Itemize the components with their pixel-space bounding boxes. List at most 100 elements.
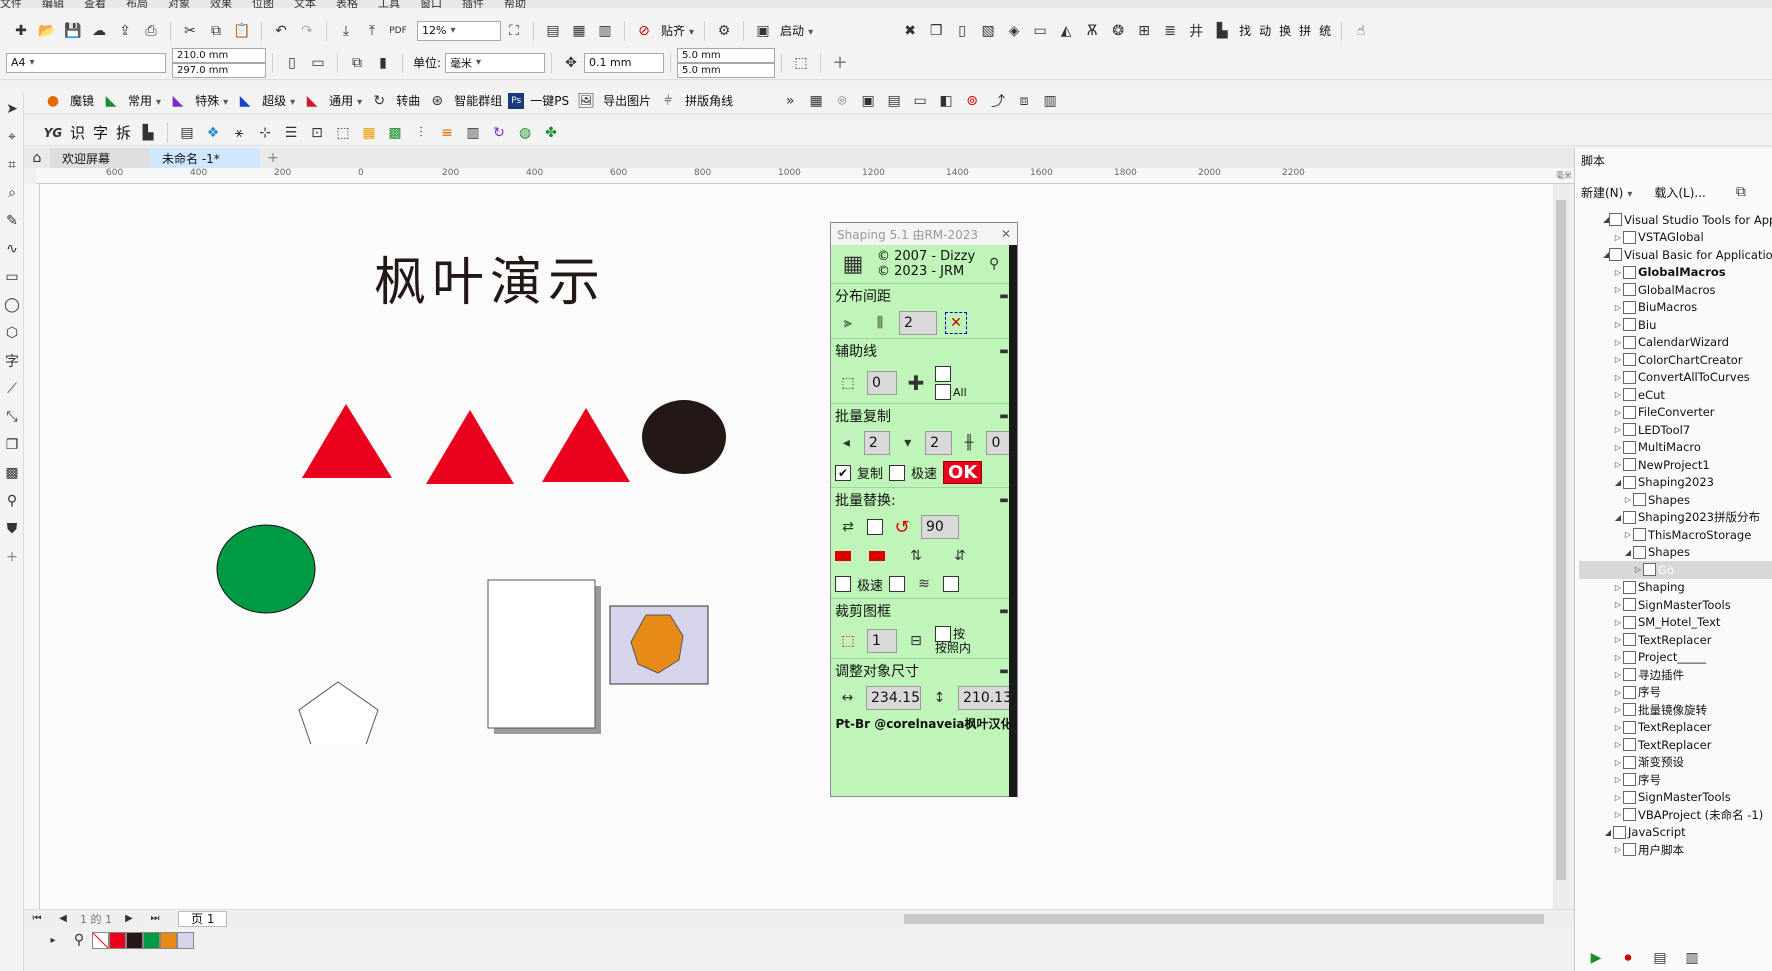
- red-triangle-2[interactable]: [426, 410, 514, 484]
- copy-x-field[interactable]: 2: [863, 431, 891, 455]
- clip-layout-icon[interactable]: ⊟: [905, 630, 927, 652]
- plugin-icon-2[interactable]: ❒: [925, 20, 947, 42]
- current-page-icon[interactable]: ▮: [372, 52, 394, 74]
- tree-item[interactable]: ▷ VBAProject (未命名 -1): [1579, 806, 1772, 824]
- replace-icon-d[interactable]: ⇵: [949, 545, 971, 567]
- cloud-upload-icon[interactable]: ⇪: [114, 20, 136, 42]
- recognize-button[interactable]: 识: [70, 122, 85, 143]
- page-width-field[interactable]: 210.0 mm: [172, 47, 266, 63]
- plugin-h-icon[interactable]: ⤴: [987, 90, 1009, 112]
- white-rectangle[interactable]: [487, 579, 596, 729]
- tree-item[interactable]: ◢Visual Studio Tools for Applic: [1579, 211, 1772, 229]
- swatch-lavender[interactable]: [177, 931, 194, 949]
- collapsed-arrow-icon[interactable]: ▷: [1613, 670, 1623, 679]
- add-tool-icon[interactable]: +: [1, 546, 23, 568]
- node-icon[interactable]: ⚹: [228, 122, 250, 144]
- tree-item[interactable]: ▷ 序号: [1579, 684, 1772, 702]
- menu-item-7[interactable]: 文本: [294, 0, 316, 8]
- connector-tool-icon[interactable]: ⤡: [1, 406, 23, 428]
- collapsed-arrow-icon[interactable]: ▷: [1623, 530, 1633, 539]
- tree-item[interactable]: ▷ BiuMacros: [1579, 299, 1772, 317]
- rectangle-tool-icon[interactable]: ▭: [1, 266, 23, 288]
- tree-item[interactable]: ▷ ConvertAllToCurves: [1579, 369, 1772, 387]
- collapsed-arrow-icon[interactable]: ▷: [1613, 653, 1623, 662]
- eyedropper-icon[interactable]: ⚲: [68, 929, 90, 951]
- copy-y-field[interactable]: 2: [925, 431, 952, 455]
- landscape-icon[interactable]: ▭: [307, 52, 329, 74]
- palette-left-icon[interactable]: ▸: [42, 929, 64, 951]
- expanded-arrow-icon[interactable]: ◢: [1623, 548, 1633, 557]
- hand-icon[interactable]: ☝: [1350, 20, 1372, 42]
- guide-box-icon[interactable]: ⬚: [837, 372, 859, 394]
- menu-item-3[interactable]: 布局: [126, 0, 148, 8]
- barcode-icon[interactable]: ▥: [462, 122, 484, 144]
- options-gear-icon[interactable]: ⚙: [713, 20, 735, 42]
- close-icon[interactable]: ✕: [1001, 227, 1011, 241]
- image-icon[interactable]: ▩: [384, 122, 406, 144]
- guidelines-icon[interactable]: ▥: [594, 20, 616, 42]
- tree-item[interactable]: ▷ TextReplacer: [1579, 736, 1772, 754]
- tree-item[interactable]: ▷ Shapes: [1579, 491, 1772, 509]
- copy-checkbox[interactable]: ✔: [835, 464, 851, 481]
- tab-welcome[interactable]: 欢迎屏幕: [50, 148, 150, 168]
- green-circle[interactable]: [216, 524, 316, 614]
- duplicate-y-field[interactable]: 5.0 mm: [677, 62, 776, 78]
- next-page-icon[interactable]: ▶: [118, 908, 140, 930]
- plugin-icon-3[interactable]: ▯: [951, 20, 973, 42]
- collapsed-arrow-icon[interactable]: ▷: [1613, 845, 1623, 854]
- menu-item-9[interactable]: 工具: [378, 0, 400, 8]
- pattern-icon[interactable]: ❖: [202, 122, 224, 144]
- stats-button[interactable]: 统: [1319, 22, 1331, 39]
- replace-angle-checkbox[interactable]: [867, 519, 883, 535]
- distribute-apply-icon[interactable]: ✕: [945, 312, 967, 334]
- smart-group-button[interactable]: 智能群组: [454, 92, 502, 109]
- pause-icon[interactable]: ▤: [1649, 947, 1671, 969]
- tree-item[interactable]: ▷ 序号: [1579, 771, 1772, 789]
- vertical-scrollbar[interactable]: [1553, 184, 1570, 909]
- zoom-select[interactable]: 12%: [417, 20, 501, 41]
- freehand-tool-icon[interactable]: ✎: [1, 210, 23, 232]
- menu-item-8[interactable]: 表格: [336, 0, 358, 8]
- guides-field[interactable]: 0: [867, 371, 897, 395]
- new-tab-icon[interactable]: +: [262, 147, 284, 169]
- export-icon[interactable]: ⤒: [361, 20, 383, 42]
- new-document-icon[interactable]: ✚: [10, 20, 32, 42]
- menu-item-0[interactable]: 文件: [0, 0, 22, 8]
- expanded-arrow-icon[interactable]: ◢: [1603, 828, 1613, 837]
- align-icon[interactable]: ⊹: [254, 122, 276, 144]
- general-button[interactable]: 通用: [329, 92, 362, 109]
- collapsed-arrow-icon[interactable]: ▷: [1613, 390, 1623, 399]
- load-script-button[interactable]: 载入(L)...: [1654, 184, 1706, 201]
- collapsed-arrow-icon[interactable]: ▷: [1613, 810, 1623, 819]
- red-triangle-3[interactable]: [542, 408, 630, 482]
- swap-button[interactable]: 换: [1279, 22, 1291, 39]
- import-icon[interactable]: ⤓: [335, 20, 357, 42]
- menu-item-12[interactable]: 帮助: [504, 0, 526, 8]
- plugin-b-icon[interactable]: ⌾: [831, 90, 853, 112]
- page-size-select[interactable]: A4: [6, 52, 166, 73]
- last-page-icon[interactable]: ⏭: [144, 908, 166, 930]
- plugin-d-icon[interactable]: ▤: [883, 90, 905, 112]
- tree-item[interactable]: ▷ ThisMacroStorage: [1579, 526, 1772, 544]
- resize-height-field[interactable]: 210.13: [958, 686, 1013, 710]
- launch-icon[interactable]: ▣: [752, 20, 774, 42]
- tree-item[interactable]: ▷ SignMasterTools: [1579, 596, 1772, 614]
- collapsed-arrow-icon[interactable]: ▷: [1613, 723, 1623, 732]
- tree-item[interactable]: ▷ 批量镜像旋转: [1579, 701, 1772, 719]
- tree-item[interactable]: ▷ Biu: [1579, 316, 1772, 334]
- tree-item[interactable]: ▷ CalendarWizard: [1579, 334, 1772, 352]
- combine-button[interactable]: 拼: [1299, 22, 1311, 39]
- plugin-icon-8[interactable]: Ѫ: [1081, 20, 1103, 42]
- tree-item[interactable]: ◢ Shaping2023: [1579, 474, 1772, 492]
- tree-item[interactable]: ▷ VSTAGlobal: [1579, 229, 1772, 247]
- horizontal-scroll-thumb[interactable]: [904, 914, 1544, 924]
- collapsed-arrow-icon[interactable]: ▷: [1613, 688, 1623, 697]
- replace-swap-icon[interactable]: ⇄: [837, 516, 859, 538]
- all-pages-icon[interactable]: ⧉: [346, 52, 368, 74]
- collapsed-arrow-icon[interactable]: ▷: [1613, 793, 1623, 802]
- plugin-g-icon[interactable]: ⊚: [961, 90, 983, 112]
- plugin-c-icon[interactable]: ▣: [857, 90, 879, 112]
- find-button[interactable]: 找: [1239, 22, 1251, 39]
- guide-cross-icon[interactable]: ✚: [905, 371, 927, 395]
- tree-item[interactable]: ▷ eCut: [1579, 386, 1772, 404]
